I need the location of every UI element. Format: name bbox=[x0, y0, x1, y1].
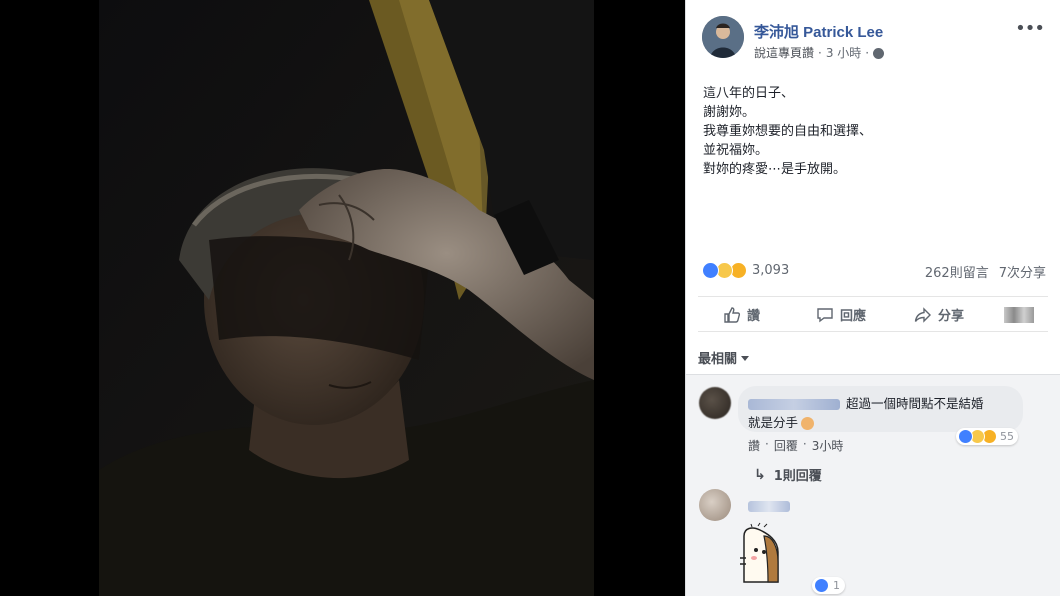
comment-icon bbox=[817, 307, 833, 322]
sort-label: 最相關 bbox=[698, 352, 738, 367]
like-icon bbox=[702, 262, 719, 279]
meta-separator: · bbox=[818, 45, 822, 60]
replies-label: 1則回覆 bbox=[773, 469, 822, 484]
link-separator: · bbox=[802, 437, 807, 451]
share-button[interactable]: 分享 bbox=[914, 305, 964, 324]
commenter-name-link[interactable] bbox=[748, 399, 840, 410]
more-options-button[interactable]: ••• bbox=[1015, 18, 1045, 39]
post-text-line: 並祝福妳。 bbox=[703, 143, 769, 158]
reaction-count: 3,093 bbox=[752, 263, 790, 278]
avatar-image bbox=[702, 16, 744, 58]
commenter-name-link[interactable] bbox=[748, 501, 790, 512]
reply-arrow-icon: ↳ bbox=[754, 466, 766, 483]
post-header: 李沛旭 Patrick Lee 說這專頁讚 · 3 小時 · ••• bbox=[702, 16, 1046, 64]
woman-gesturing-emoji-icon bbox=[801, 417, 815, 430]
share-label: 分享 bbox=[938, 309, 965, 324]
post-time[interactable]: 3 小時 bbox=[826, 44, 861, 61]
thumbs-up-icon bbox=[724, 306, 741, 323]
photo-image bbox=[99, 0, 594, 596]
link-separator: · bbox=[765, 437, 769, 451]
post-meta: 說這專頁讚 · 3 小時 · bbox=[754, 44, 885, 61]
like-icon bbox=[958, 429, 973, 444]
comment-time[interactable]: 3小時 bbox=[812, 437, 844, 454]
comment-like-link[interactable]: 讚 bbox=[748, 437, 760, 454]
post-side-panel: 李沛旭 Patrick Lee 說這專頁讚 · 3 小時 · ••• 這八年的日… bbox=[685, 0, 1060, 596]
shares-count-link[interactable]: 7次分享 bbox=[999, 262, 1046, 281]
comment-reaction-count: 55 bbox=[1000, 430, 1014, 443]
reactions-summary[interactable]: 3,093 bbox=[702, 262, 789, 279]
comment-reaction-count: 1 bbox=[833, 579, 840, 592]
like-label: 讚 bbox=[747, 309, 761, 324]
comment-label: 回應 bbox=[840, 309, 867, 324]
post-text-line: 謝謝妳。 bbox=[703, 105, 756, 120]
comment-reply-link[interactable]: 回覆 bbox=[774, 437, 798, 454]
comment-sort-dropdown[interactable]: 最相關 bbox=[698, 348, 750, 367]
stats-right: 262則留言 7次分享 bbox=[925, 262, 1046, 281]
post-stats: 3,093 262則留言 7次分享 bbox=[702, 262, 1046, 282]
comment-button[interactable]: 回應 bbox=[816, 305, 866, 324]
post-text-line: 這八年的日子、 bbox=[703, 86, 795, 101]
share-icon bbox=[914, 306, 931, 323]
photo-stage bbox=[0, 0, 685, 596]
comment-text-line: 超過一個時間點不是結婚 bbox=[846, 396, 984, 411]
sticker-peeking-character bbox=[740, 522, 779, 583]
commenter-avatar[interactable] bbox=[699, 489, 731, 521]
comment-text-line: 就是分手 bbox=[748, 415, 799, 430]
follow-page-link[interactable]: 說這專頁讚 bbox=[754, 44, 814, 61]
globe-icon bbox=[873, 48, 885, 59]
post-text: 這八年的日子、 謝謝妳。 我尊重妳想要的自由和選擇、 並祝福妳。 對妳的疼愛⋯是… bbox=[703, 84, 1043, 179]
comment-reactions[interactable]: 1 bbox=[812, 577, 845, 594]
page-name-link[interactable]: 李沛旭 Patrick Lee bbox=[754, 21, 883, 42]
comment-links: 讚 · 回覆 · 3小時 bbox=[748, 437, 843, 454]
comment-reactions[interactable]: 55 bbox=[956, 428, 1018, 445]
post-text-line: 對妳的疼愛⋯是手放開。 bbox=[703, 162, 847, 177]
comments-count-link[interactable]: 262則留言 bbox=[925, 262, 989, 281]
comment-bubble: 超過一個時間點不是結婚 就是分手 bbox=[738, 386, 1023, 432]
commenter-avatar[interactable] bbox=[699, 387, 731, 419]
like-icon bbox=[814, 578, 829, 593]
post-text-line: 我尊重妳想要的自由和選擇、 bbox=[703, 124, 873, 139]
meta-separator-2: · bbox=[865, 45, 870, 60]
page-avatar[interactable] bbox=[702, 16, 744, 58]
page-selector-avatar[interactable] bbox=[1004, 307, 1034, 323]
view-replies-link[interactable]: ↳ 1則回覆 bbox=[754, 465, 822, 485]
chevron-down-icon bbox=[741, 356, 750, 361]
post-actions: 讚 回應 分享 bbox=[698, 296, 1048, 332]
post-photo[interactable] bbox=[99, 0, 594, 596]
like-button[interactable]: 讚 bbox=[723, 305, 760, 324]
sticker-image bbox=[738, 522, 796, 584]
